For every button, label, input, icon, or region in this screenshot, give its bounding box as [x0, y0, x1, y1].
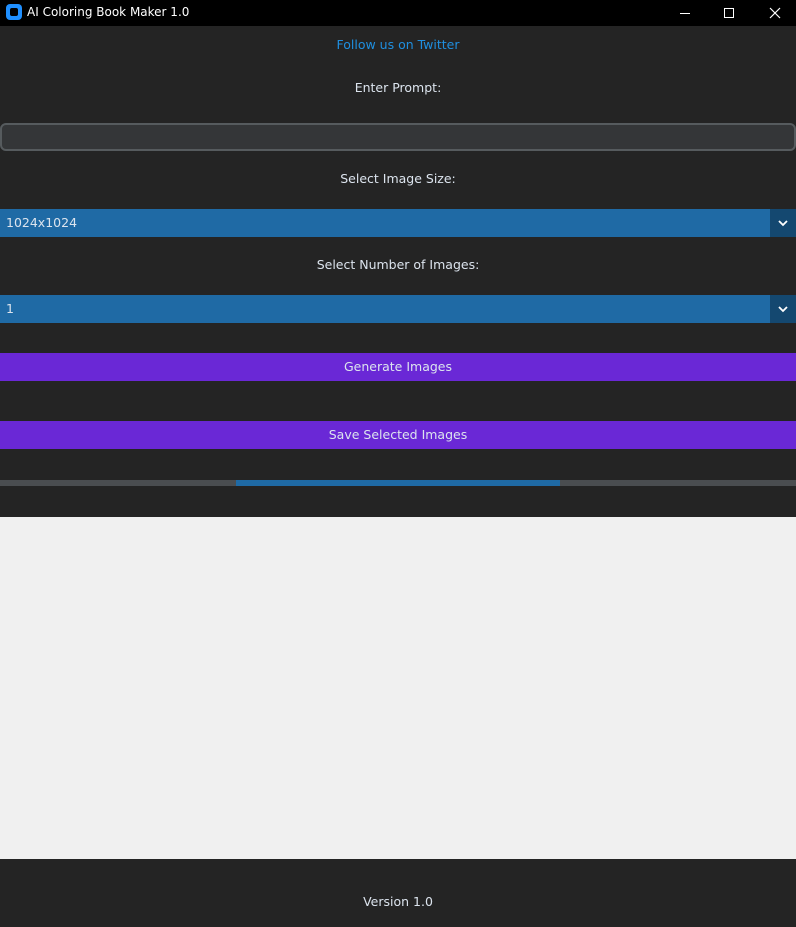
maximize-icon: [724, 8, 734, 18]
minimize-icon: [680, 13, 690, 14]
title-bar: AI Coloring Book Maker 1.0: [0, 0, 796, 26]
chevron-down-icon: [778, 306, 788, 313]
num-images-value: 1: [6, 301, 14, 316]
image-display-area[interactable]: [0, 517, 796, 859]
close-button[interactable]: [752, 0, 796, 26]
save-selected-images-button[interactable]: Save Selected Images: [0, 421, 796, 449]
progress-bar-indicator: [236, 480, 560, 486]
app-icon: [6, 4, 22, 20]
version-label: Version 1.0: [363, 894, 433, 909]
prompt-label: Enter Prompt:: [354, 80, 442, 95]
chevron-down-icon: [778, 220, 788, 227]
image-size-value: 1024x1024: [6, 215, 78, 230]
image-size-label: Select Image Size:: [340, 171, 456, 186]
num-images-label: Select Number of Images:: [316, 257, 480, 272]
progress-bar: [0, 480, 796, 486]
generate-images-button[interactable]: Generate Images: [0, 353, 796, 381]
num-images-dropdown-button[interactable]: [770, 295, 796, 323]
window-title: AI Coloring Book Maker 1.0: [27, 5, 190, 19]
maximize-button[interactable]: [706, 0, 752, 26]
image-size-dropdown-button[interactable]: [770, 209, 796, 237]
prompt-input[interactable]: [2, 125, 794, 149]
close-icon: [769, 7, 781, 19]
num-images-select[interactable]: 1: [0, 295, 796, 323]
prompt-field[interactable]: [0, 123, 796, 151]
twitter-link[interactable]: Follow us on Twitter: [0, 37, 796, 52]
image-size-select[interactable]: 1024x1024: [0, 209, 796, 237]
minimize-button[interactable]: [662, 0, 708, 26]
